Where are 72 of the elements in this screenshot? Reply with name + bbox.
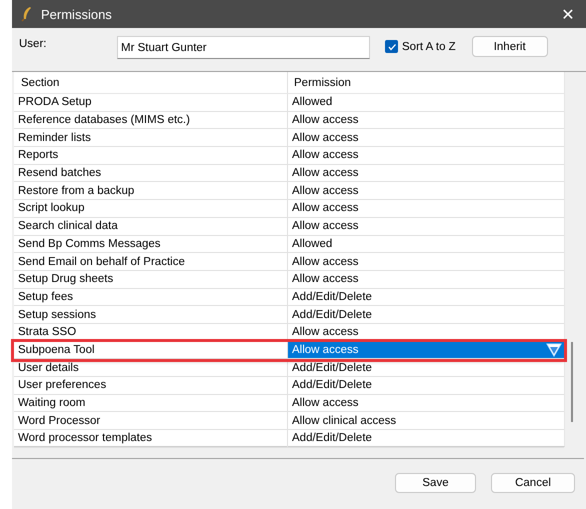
permission-cell-text: Add/Edit/Delete — [291, 378, 373, 394]
table-row[interactable]: Send Email on behalf of Practice Allow access — [14, 253, 564, 271]
user-label: User: — [19, 37, 48, 50]
permission-cell-text: Allow access — [291, 130, 360, 146]
table-row[interactable]: Word processor templates Add/Edit/Delete — [14, 430, 564, 448]
table-row[interactable]: Waiting room Allow access — [14, 394, 564, 412]
permission-cell-text: Allow access — [291, 184, 360, 199]
permission-cell-text: Allowed — [291, 236, 334, 252]
section-cell: Search clinical data — [14, 218, 288, 234]
permission-cell-text: Allowed — [291, 95, 334, 110]
table-row[interactable]: Reference databases (MIMS etc.) Allow access — [14, 112, 564, 130]
table-row[interactable]: Subpoena Tool Allow access — [14, 342, 564, 360]
user-field[interactable]: Mr Stuart Gunter — [117, 36, 370, 59]
section-cell: Setup sessions — [14, 306, 288, 323]
section-cell: PRODA Setup — [14, 94, 288, 111]
permission-dropdown[interactable]: Allow access — [288, 342, 564, 358]
permission-cell-text: Allow access — [291, 219, 360, 234]
permission-cell-text: Add/Edit/Delete — [291, 431, 373, 446]
table-row[interactable]: Restore from a backup Allow access — [14, 182, 564, 200]
dropdown-icon[interactable] — [546, 342, 562, 357]
section-cell: Setup Drug sheets — [14, 270, 288, 288]
table-row[interactable]: Send Bp Comms Messages Allowed — [14, 236, 564, 254]
window-title: Permissions — [41, 6, 113, 22]
table-row[interactable]: Setup Drug sheets Allow access — [14, 270, 564, 289]
section-cell: Reference databases (MIMS etc.) — [14, 112, 288, 128]
table-row[interactable]: PRODA Setup Allowed — [14, 94, 564, 112]
section-cell: Script lookup — [14, 200, 288, 217]
close-button[interactable]: ✕ — [550, 0, 586, 28]
feather-icon — [21, 6, 33, 22]
section-cell: Waiting room — [14, 394, 288, 412]
section-cell: Reports — [14, 147, 288, 164]
permission-cell-text: Allow access — [291, 396, 360, 412]
permission-cell-text: Allow access — [291, 113, 360, 128]
permission-cell-text: Allow access — [291, 272, 360, 288]
permission-cell-text: Add/Edit/Delete — [291, 308, 373, 323]
inherit-button[interactable]: Inherit — [472, 36, 548, 57]
section-cell: Send Bp Comms Messages — [14, 236, 288, 252]
permission-cell-text: Allow clinical access — [291, 414, 398, 429]
table-row[interactable]: Resend batches Allow access — [14, 164, 564, 182]
table-row[interactable]: Reminder lists Allow access — [14, 129, 564, 148]
permission-cell-text: Allow access — [291, 201, 360, 216]
table-row[interactable]: Word Processor Allow clinical access — [14, 412, 564, 430]
section-cell: Reminder lists — [14, 129, 288, 146]
permission-cell-text: Allow access — [291, 166, 360, 182]
checkmark-icon — [386, 42, 396, 52]
section-cell: Restore from a backup — [14, 182, 288, 200]
scrollbar-thumb[interactable] — [571, 342, 573, 422]
table-row[interactable]: Script lookup Allow access — [14, 200, 564, 218]
column-header[interactable]: Permission — [288, 72, 564, 93]
table-row[interactable]: User details Add/Edit/Delete — [14, 359, 564, 377]
sort-checkbox[interactable]: Sort A to Z — [385, 40, 456, 53]
permission-cell-text: Allow access — [291, 254, 360, 270]
table-row[interactable]: Setup sessions Add/Edit/Delete — [14, 306, 564, 324]
cancel-button[interactable]: Cancel — [491, 473, 575, 493]
table-row[interactable]: User preferences Add/Edit/Delete — [14, 377, 564, 395]
table-row[interactable]: Setup fees Add/Edit/Delete — [14, 288, 564, 306]
permission-cell-text: Add/Edit/Delete — [291, 290, 373, 305]
section-cell: Strata SSO — [14, 324, 288, 341]
section-cell: User details — [14, 359, 288, 376]
table-row[interactable]: Search clinical data Allow access — [14, 218, 564, 236]
section-cell: Send Email on behalf of Practice — [14, 253, 288, 270]
save-button[interactable]: Save — [395, 473, 476, 493]
permission-cell-text: Add/Edit/Delete — [291, 360, 373, 376]
table-row[interactable]: Reports Allow access — [14, 147, 564, 165]
column-header[interactable]: Section — [14, 72, 288, 93]
section-cell: Word Processor — [14, 412, 288, 430]
permission-cell-text: Allow access — [291, 148, 360, 164]
permission-cell-text: Allow access — [291, 325, 360, 340]
section-cell: Resend batches — [14, 164, 288, 182]
section-cell: Setup fees — [14, 288, 288, 306]
section-cell: Word processor templates — [14, 430, 288, 447]
section-cell: User preferences — [14, 377, 288, 394]
